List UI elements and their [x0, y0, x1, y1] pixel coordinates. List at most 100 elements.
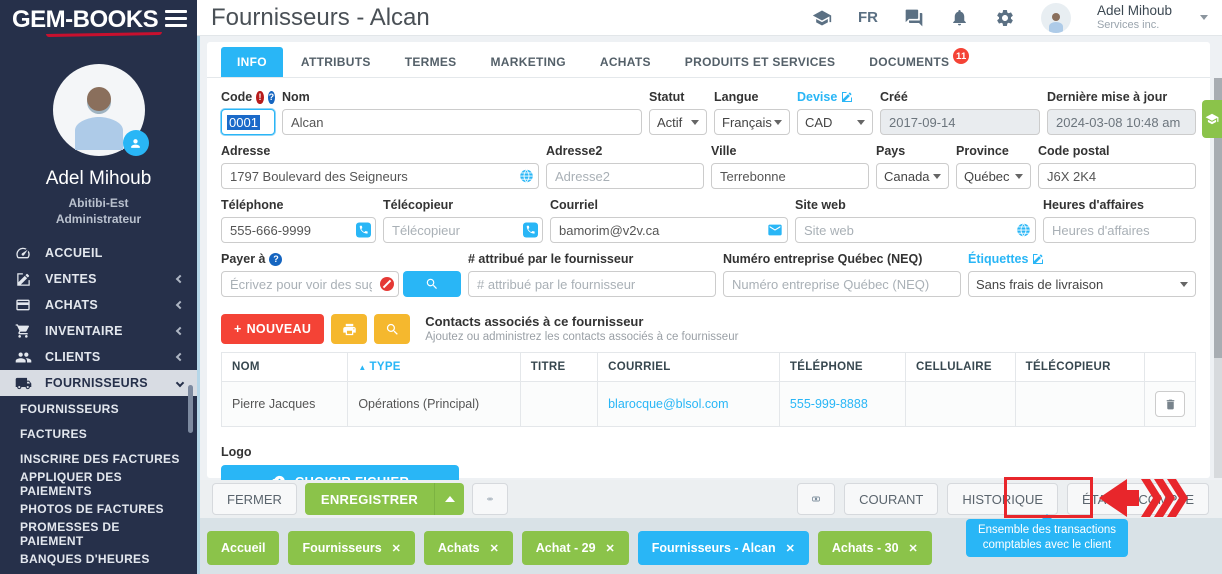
- remove-icon[interactable]: [380, 277, 394, 291]
- gear-icon[interactable]: [995, 8, 1015, 28]
- enregistrer-button[interactable]: ENREGISTRER: [305, 483, 434, 515]
- sidebar-item-ventes[interactable]: VENTES: [0, 266, 197, 292]
- envelope-icon[interactable]: [767, 222, 783, 238]
- phone-icon[interactable]: [523, 223, 538, 238]
- etat-de-compte-button[interactable]: ÉTAT DE COMPTE: [1067, 483, 1209, 515]
- workspace-tab-achat-29[interactable]: Achat - 29✕: [522, 531, 629, 565]
- payer-a-input[interactable]: [221, 271, 399, 297]
- code-postal-input[interactable]: [1038, 163, 1196, 189]
- historique-button[interactable]: HISTORIQUE: [947, 483, 1058, 515]
- adresse-input[interactable]: [221, 163, 539, 189]
- submenu-item-appliquer-paiements[interactable]: APPLIQUER DES PAIEMENTS: [0, 471, 197, 496]
- telecopieur-input[interactable]: [383, 217, 543, 243]
- close-icon[interactable]: ✕: [606, 542, 615, 555]
- payer-search-button[interactable]: [403, 271, 461, 297]
- chevron-down-icon[interactable]: [1200, 15, 1208, 20]
- col-courriel[interactable]: COURRIEL: [598, 353, 780, 382]
- site-web-input[interactable]: [795, 217, 1036, 243]
- enregistrer-dropdown-button[interactable]: [434, 483, 464, 515]
- submenu-item-promesses-paiement[interactable]: PROMESSES DE PAIEMENT: [0, 521, 197, 546]
- courant-button[interactable]: COURANT: [844, 483, 938, 515]
- close-icon[interactable]: ✕: [909, 542, 918, 555]
- workspace-tab-fournisseurs[interactable]: Fournisseurs✕: [288, 531, 414, 565]
- contact-courriel-link[interactable]: blarocque@blsol.com: [608, 397, 728, 411]
- avatar-status-badge[interactable]: [123, 130, 149, 156]
- chat-icon[interactable]: [904, 8, 924, 28]
- delete-contact-button[interactable]: [1155, 391, 1185, 417]
- telephone-input[interactable]: [221, 217, 376, 243]
- bell-icon[interactable]: [950, 8, 969, 27]
- statut-select[interactable]: Actif: [649, 109, 707, 135]
- sidebar-item-clients[interactable]: CLIENTS: [0, 344, 197, 370]
- scrollbar-track[interactable]: [1214, 78, 1222, 478]
- submenu-item-banques-heures[interactable]: BANQUES D'HEURES: [0, 546, 197, 571]
- tab-attributs[interactable]: ATTRIBUTS: [285, 47, 387, 77]
- user-menu[interactable]: Adel Mihoub Services inc.: [1097, 4, 1172, 31]
- language-toggle[interactable]: FR: [858, 9, 878, 26]
- tab-achats[interactable]: ACHATS: [584, 47, 667, 77]
- help-icon[interactable]: ?: [269, 253, 282, 266]
- edit-icon[interactable]: [841, 91, 853, 103]
- globe-icon[interactable]: [1016, 223, 1031, 238]
- help-icon[interactable]: ?: [268, 91, 275, 104]
- submenu-item-factures[interactable]: FACTURES: [0, 421, 197, 446]
- globe-icon[interactable]: [519, 169, 534, 184]
- tab-info[interactable]: INFO: [221, 47, 283, 77]
- graduation-cap-icon[interactable]: [812, 8, 832, 28]
- workspace-tab-accueil[interactable]: Accueil: [207, 531, 279, 565]
- submenu-item-fournisseurs[interactable]: FOURNISSEURS: [0, 396, 197, 421]
- sidebar-item-achats[interactable]: ACHATS: [0, 292, 197, 318]
- col-cellulaire[interactable]: CELLULAIRE: [906, 353, 1016, 382]
- tab-termes[interactable]: TERMES: [389, 47, 473, 77]
- pays-select[interactable]: Canada: [876, 163, 949, 189]
- search-contacts-button[interactable]: [374, 314, 410, 344]
- contact-telephone-link[interactable]: 555-999-8888: [790, 397, 868, 411]
- app-logo[interactable]: GEM-BOOKS: [12, 6, 158, 34]
- col-type[interactable]: ▲TYPE: [348, 353, 520, 382]
- sidebar-item-accueil[interactable]: ACCUEIL: [0, 240, 197, 266]
- sidebar-scrollbar-thumb[interactable]: [188, 385, 193, 433]
- courriel-input[interactable]: [550, 217, 788, 243]
- close-icon[interactable]: ✕: [392, 542, 401, 555]
- tab-documents[interactable]: DOCUMENTS 11: [853, 47, 965, 77]
- etiquettes-label[interactable]: Étiquettes: [968, 252, 1028, 266]
- province-select[interactable]: Québec: [956, 163, 1031, 189]
- edit-icon[interactable]: [1032, 253, 1044, 265]
- alert-icon[interactable]: !: [256, 91, 263, 104]
- langue-select[interactable]: Français: [714, 109, 790, 135]
- close-icon[interactable]: ✕: [490, 542, 499, 555]
- tab-produits-et-services[interactable]: PRODUITS ET SERVICES: [669, 47, 851, 77]
- col-titre[interactable]: TITRE: [520, 353, 597, 382]
- nom-input[interactable]: [282, 109, 642, 135]
- submenu-item-photos-factures[interactable]: PHOTOS DE FACTURES: [0, 496, 197, 521]
- workspace-tab-fournisseurs-alcan[interactable]: Fournisseurs - Alcan✕: [638, 531, 809, 565]
- neq-input[interactable]: [723, 271, 961, 297]
- col-telephone[interactable]: TÉLÉPHONE: [779, 353, 905, 382]
- workspace-tab-achats-30[interactable]: Achats - 30✕: [818, 531, 932, 565]
- sidebar-item-inventaire[interactable]: INVENTAIRE: [0, 318, 197, 344]
- ville-input[interactable]: [711, 163, 869, 189]
- attribue-input[interactable]: [468, 271, 716, 297]
- col-nom[interactable]: NOM: [222, 353, 348, 382]
- fermer-button[interactable]: FERMER: [212, 483, 297, 515]
- copy-link-button[interactable]: [472, 483, 508, 515]
- adresse2-input[interactable]: [546, 163, 704, 189]
- hamburger-menu-icon[interactable]: [165, 10, 187, 31]
- submenu-item-inscrire-factures[interactable]: INSCRIRE DES FACTURES: [0, 446, 197, 471]
- phone-icon[interactable]: [356, 223, 371, 238]
- new-contact-button[interactable]: +NOUVEAU: [221, 314, 324, 344]
- heures-affaires-input[interactable]: [1043, 217, 1196, 243]
- etiquettes-select[interactable]: Sans frais de livraison: [968, 271, 1196, 297]
- code-input[interactable]: 0001: [221, 109, 275, 135]
- user-avatar[interactable]: [1041, 3, 1071, 33]
- col-telecopieur[interactable]: TÉLÉCOPIEUR: [1015, 353, 1144, 382]
- workspace-tab-achats[interactable]: Achats✕: [424, 531, 513, 565]
- print-button[interactable]: [331, 314, 367, 344]
- devise-select[interactable]: CAD: [797, 109, 873, 135]
- sidebar-item-fournisseurs[interactable]: FOURNISSEURS: [0, 370, 197, 396]
- help-side-tab[interactable]: [1202, 100, 1222, 138]
- close-icon[interactable]: ✕: [786, 542, 795, 555]
- tab-marketing[interactable]: MARKETING: [475, 47, 582, 77]
- devise-label[interactable]: Devise: [797, 90, 837, 104]
- money-view-button[interactable]: [797, 483, 835, 515]
